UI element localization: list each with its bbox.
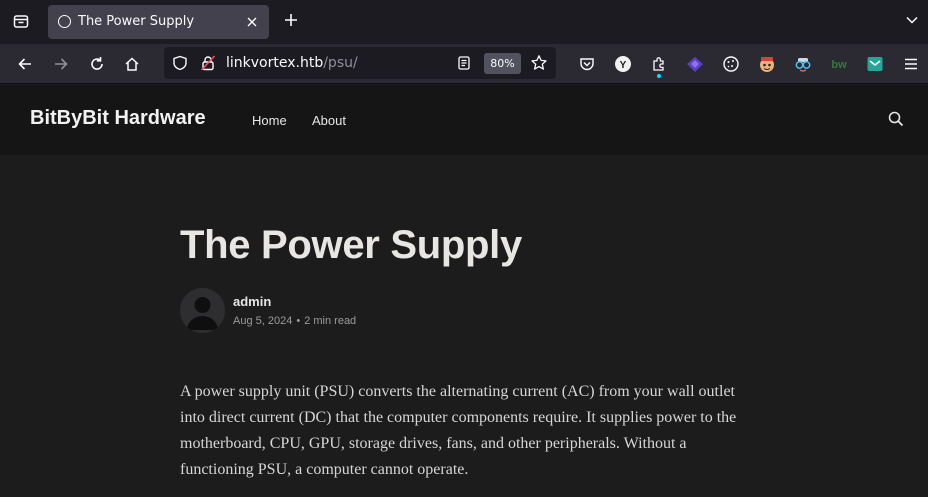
post-meta: Aug 5, 2024 • 2 min read: [233, 315, 356, 327]
shield-icon[interactable]: [172, 55, 188, 75]
home-icon[interactable]: [120, 52, 144, 76]
glasses-extension-icon[interactable]: [791, 52, 815, 76]
author-name[interactable]: admin: [233, 294, 271, 309]
globe-icon: [58, 15, 71, 28]
forward-arrow-icon[interactable]: [49, 52, 73, 76]
menu-icon[interactable]: [899, 52, 923, 76]
hacker-extension-icon[interactable]: [755, 52, 779, 76]
ublock-extension-icon[interactable]: [683, 52, 707, 76]
extensions-icon[interactable]: [647, 52, 671, 78]
bw-extension-icon[interactable]: bw: [827, 52, 851, 76]
site-header: BitByBit Hardware Home About: [0, 85, 928, 155]
pocket-icon[interactable]: [575, 52, 599, 76]
search-icon[interactable]: [887, 110, 907, 130]
read-time: 2 min read: [304, 315, 357, 327]
plus-icon[interactable]: [280, 9, 302, 31]
nav-link-about[interactable]: About: [312, 113, 346, 128]
avatar[interactable]: [180, 288, 225, 333]
zoom-level-button[interactable]: 80%: [484, 53, 521, 74]
reader-view-icon[interactable]: [456, 55, 472, 75]
back-arrow-icon[interactable]: [13, 52, 37, 76]
reload-icon[interactable]: [85, 52, 109, 76]
site-logo[interactable]: BitByBit Hardware: [30, 107, 206, 130]
svg-text:Y: Y: [620, 60, 627, 71]
url-text[interactable]: linkvortex.htb/psu/: [226, 55, 358, 71]
tab-strip: The Power Supply: [0, 0, 928, 44]
svg-text:bw: bw: [831, 59, 847, 71]
yandex-icon[interactable]: Y: [611, 52, 635, 76]
close-icon[interactable]: [243, 13, 261, 31]
post-body: A power supply unit (PSU) converts the a…: [180, 383, 737, 478]
lock-warning-icon[interactable]: [200, 55, 216, 75]
active-tab[interactable]: The Power Supply: [48, 5, 269, 39]
nav-link-home[interactable]: Home: [252, 113, 287, 128]
tab-title: The Power Supply: [78, 14, 195, 29]
post-date: Aug 5, 2024: [233, 315, 293, 327]
post-title: The Power Supply: [180, 223, 522, 267]
article: The Power Supply admin Aug 5, 2024 • 2 min…: [0, 155, 928, 497]
address-bar[interactable]: linkvortex.htb/psu/ 80%: [164, 47, 556, 79]
meta-separator: •: [296, 315, 301, 327]
star-icon[interactable]: [530, 54, 548, 76]
cookie-icon[interactable]: [719, 52, 743, 76]
notification-dot: [657, 74, 661, 78]
mail-extension-icon[interactable]: [863, 52, 887, 76]
tab-list-icon[interactable]: [8, 8, 34, 34]
chevron-down-icon[interactable]: [902, 10, 922, 30]
url-path: /psu/: [323, 55, 358, 71]
url-host: linkvortex.htb: [226, 55, 324, 71]
navigation-toolbar: linkvortex.htb/psu/ 80% Y 13 bw: [0, 44, 928, 106]
